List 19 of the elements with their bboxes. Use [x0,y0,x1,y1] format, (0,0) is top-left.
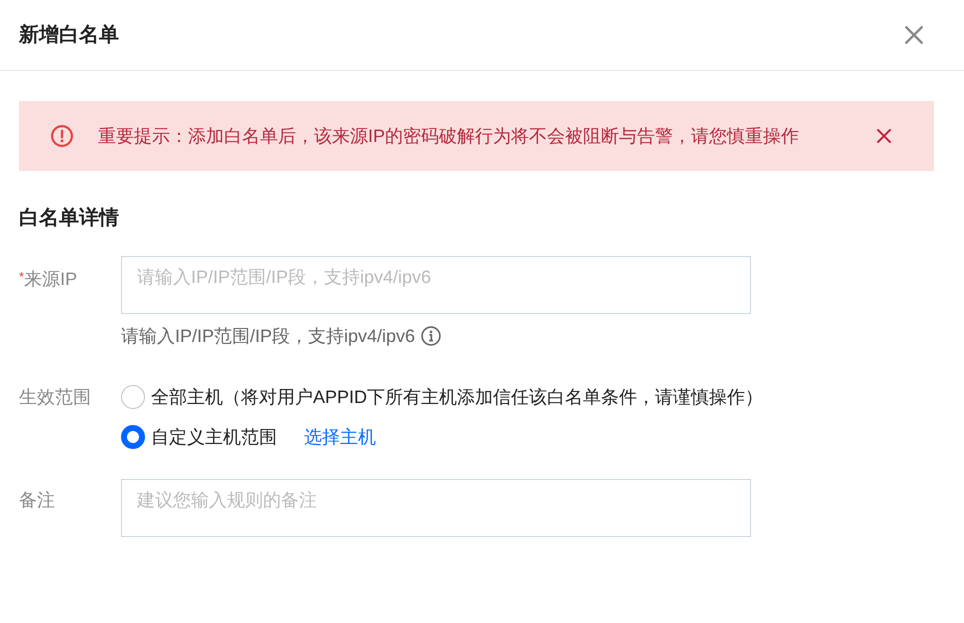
radio-label[interactable]: 自定义主机范围 [151,425,277,449]
radio-button[interactable] [121,385,145,409]
alert-message: 重要提示：添加白名单后，该来源IP的密码破解行为将不会被阻断与告警，请您慎重操作 [98,125,800,148]
field-label: 生效范围 [19,387,91,407]
select-hosts-link[interactable]: 选择主机 [304,425,376,449]
close-icon[interactable] [905,26,923,44]
field-label: 备注 [19,490,55,510]
info-icon[interactable] [421,326,442,346]
text-input-field[interactable]: 请输入IP/IP范围/IP段，支持ipv4/ipv6 [121,256,751,314]
dialog-title: 新增白名单 [19,22,119,48]
warning-icon [51,125,73,147]
field-label: 来源IP [24,269,78,289]
help-text: 请输入IP/IP范围/IP段，支持ipv4/ipv6 [121,325,416,347]
close-icon[interactable] [877,129,891,143]
radio-button[interactable] [121,425,145,449]
radio-label[interactable]: 全部主机（将对用户APPID下所有主机添加信任该白名单条件，请谨慎操作） [151,385,764,409]
required-mark: * [19,269,24,284]
text-input-field[interactable]: 建议您输入规则的备注 [121,479,751,537]
section-title: 白名单详情 [19,207,119,229]
